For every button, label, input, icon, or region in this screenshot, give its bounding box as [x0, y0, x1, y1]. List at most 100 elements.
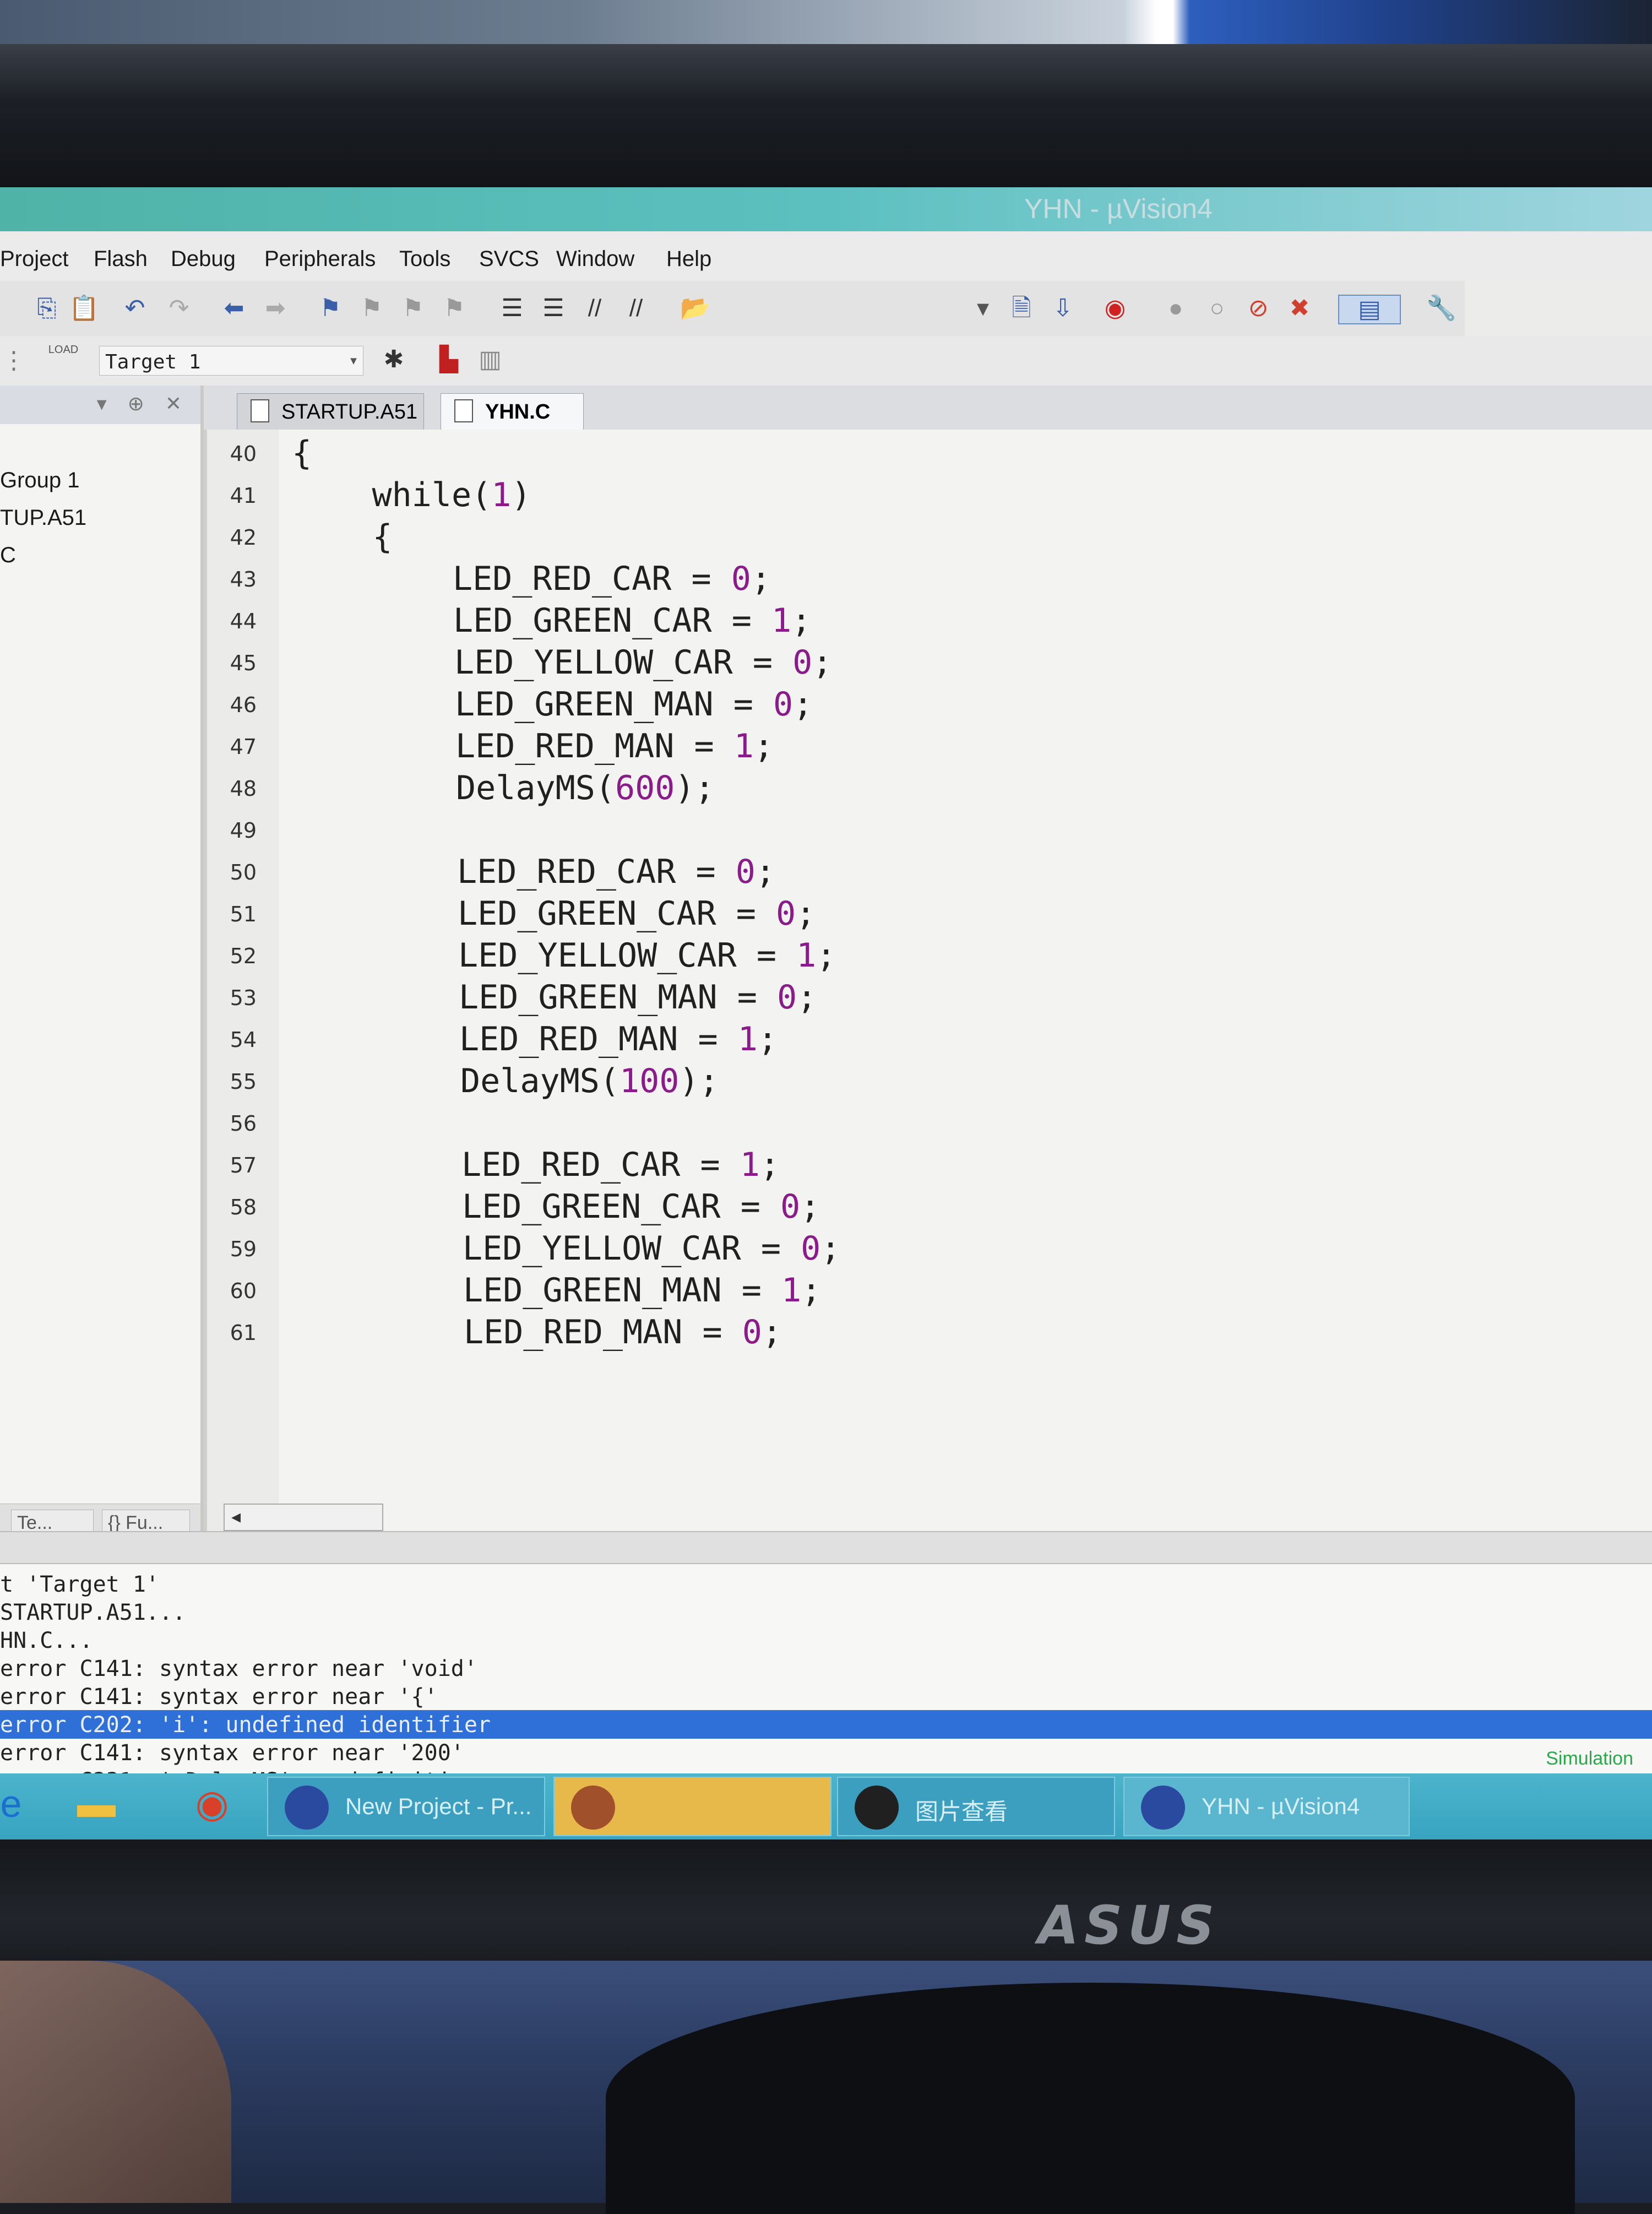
grip-icon: ⋮ [2, 347, 26, 374]
pane-splitter[interactable] [0, 1531, 1652, 1564]
build-output-line[interactable]: error C141: syntax error near '{' [0, 1682, 1652, 1711]
target-select[interactable]: Target 1 ▾ [99, 346, 363, 376]
line-number: 41 [230, 484, 257, 508]
line-number: 56 [230, 1111, 257, 1136]
editor-tab-yhn[interactable]: YHN.C [441, 393, 584, 430]
source-browser-icon[interactable]: ⇩ [1049, 295, 1077, 322]
menu-svcs[interactable]: SVCS [479, 247, 539, 272]
build-output-pane: t 'Target 1' STARTUP.A51... HN.C... error C… [0, 1564, 1652, 1839]
window-title-bar: YHN - µVision4 [0, 187, 1652, 231]
line-number: 51 [230, 902, 257, 926]
code-line: 58 LED_GREEN_CAR = 0; [207, 1187, 1639, 1229]
monitor-stand [606, 1983, 1575, 2214]
build-output-line[interactable]: STARTUP.A51... [0, 1598, 1652, 1626]
editor-tab-startup[interactable]: STARTUP.A51 [237, 393, 424, 430]
build-toolbar: ⋮ LOAD Target 1 ▾ ✱ ▙ ▥ [0, 336, 1652, 386]
app-icon [855, 1786, 899, 1830]
code-line: 51 LED_GREEN_CAR = 0; [207, 894, 1639, 936]
clear-bookmarks-icon[interactable]: ⚑ [441, 295, 468, 322]
uncomment-icon[interactable]: // [622, 295, 650, 322]
breakpoint-disable-icon[interactable]: ⊘ [1245, 295, 1272, 322]
monitor-screen: YHN - µVision4 Project Flash Debug Peripher… [0, 187, 1652, 1839]
editor-tab-label: YHN.C [485, 400, 551, 424]
code-text: LED_YELLOW_CAR = 0; [303, 1229, 841, 1268]
code-text: LED_RED_MAN = 0; [305, 1313, 782, 1352]
menu-flash[interactable]: Flash [94, 247, 148, 272]
redo-icon[interactable]: ↷ [165, 295, 193, 322]
menu-peripherals[interactable]: Peripherals [264, 247, 376, 272]
code-text: LED_GREEN_MAN = 0; [300, 978, 817, 1017]
undo-icon[interactable]: ↶ [121, 295, 149, 322]
debug-start-icon[interactable]: ◉ [1101, 295, 1129, 322]
app-icon [571, 1786, 615, 1830]
taskbar-app[interactable]: 图片查看 [837, 1777, 1115, 1836]
scroll-left-icon[interactable]: ◂ [231, 1506, 241, 1528]
bookmark-icon[interactable]: ⚑ [317, 295, 344, 322]
app-icon [285, 1786, 329, 1830]
nav-forward-icon[interactable]: ➡ [262, 295, 289, 322]
panel-controls-icon[interactable]: ▾ ⊕ ✕ [97, 392, 189, 415]
build-output-line[interactable]: error C141: syntax error near '200' [0, 1738, 1652, 1767]
dropdown-arrow-icon[interactable]: ▾ [969, 295, 997, 322]
code-line: 54 LED_RED_MAN = 1; [207, 1020, 1639, 1062]
select-packs-icon[interactable]: ▥ [476, 346, 504, 373]
menu-help[interactable]: Help [666, 247, 711, 272]
line-number: 50 [230, 860, 257, 884]
code-line: 45 LED_YELLOW_CAR = 0; [207, 643, 1639, 685]
horizontal-scrollbar[interactable]: ◂ [224, 1504, 383, 1531]
tree-item-group[interactable]: Group 1 [0, 468, 80, 493]
monitor-brand-logo: ASUS [1037, 1895, 1220, 1956]
line-number: 61 [230, 1321, 257, 1345]
menu-tools[interactable]: Tools [399, 247, 450, 272]
paste-icon[interactable]: 📋 [69, 295, 99, 322]
code-line: 41 while(1) [207, 476, 1639, 518]
app-icon [1141, 1786, 1185, 1830]
code-line: 50 LED_RED_CAR = 0; [207, 853, 1639, 894]
build-output-line[interactable]: error C202: 'i': undefined identifier [0, 1710, 1652, 1739]
ie-icon[interactable]: e [0, 1784, 22, 1823]
tree-item-startup[interactable]: TUP.A51 [0, 506, 86, 530]
breakpoint-kill-icon[interactable]: ✖ [1286, 295, 1313, 322]
code-line: 61 LED_RED_MAN = 0; [207, 1313, 1639, 1355]
manage-components-icon[interactable]: ▙ [435, 346, 463, 373]
menu-window[interactable]: Window [556, 247, 634, 272]
menu-debug[interactable]: Debug [171, 247, 236, 272]
find-in-files-icon[interactable]: 🗎 [1008, 295, 1035, 322]
target-options-icon[interactable]: ✱ [380, 346, 407, 373]
prev-bookmark-icon[interactable]: ⚑ [358, 295, 385, 322]
open-folder-icon[interactable]: 📂 [680, 295, 710, 322]
breakpoint-icon[interactable]: ● [1162, 295, 1189, 322]
code-line: 40 { [207, 434, 1639, 476]
configure-icon[interactable]: 🔧 [1426, 295, 1457, 322]
code-editor[interactable]: 40{41 while(1) 42 {43 LED_RED_CAR = 0; 44 … [204, 430, 1652, 1531]
taskbar-app[interactable]: New Project - Pr... [267, 1777, 545, 1836]
taskbar-app-label: YHN - µVision4 [1202, 1793, 1360, 1819]
line-number: 43 [230, 567, 257, 592]
breakpoint-enable-icon[interactable]: ○ [1203, 295, 1231, 322]
monitor-bezel-top [0, 44, 1652, 187]
window-layout-icon[interactable]: ▤ [1338, 295, 1401, 324]
comment-icon[interactable]: // [581, 295, 608, 322]
code-text: while(1) [292, 476, 531, 514]
line-number: 48 [230, 777, 257, 801]
file-explorer-icon[interactable]: ▬ [74, 1784, 118, 1823]
next-bookmark-icon[interactable]: ⚑ [399, 295, 427, 322]
main-toolbar: ⎘ 📋 ↶ ↷ ⬅ ➡ ⚑ ⚑ ⚑ ⚑ ☰ ☰ // // 📂 ▾ 🗎 ⇩ ◉ … [0, 281, 1465, 337]
indent-icon[interactable]: ☰ [498, 295, 526, 322]
code-text: LED_RED_CAR = 0; [298, 853, 775, 891]
taskbar-app-label: New Project - Pr... [345, 1793, 532, 1819]
taskbar-app[interactable]: YHN - µVision4 [1123, 1777, 1410, 1836]
build-output-line[interactable]: HN.C... [0, 1626, 1652, 1654]
load-icon[interactable]: LOAD [44, 344, 83, 377]
code-line: 48 DelayMS(600); [207, 769, 1639, 811]
copy-icon[interactable]: ⎘ [33, 295, 61, 322]
unindent-icon[interactable]: ☰ [540, 295, 567, 322]
build-output-line[interactable]: t 'Target 1' [0, 1570, 1652, 1598]
build-output-line[interactable]: error C141: syntax error near 'void' [0, 1654, 1652, 1683]
taskbar-app[interactable] [553, 1777, 832, 1836]
chrome-icon[interactable]: ◉ [190, 1784, 234, 1823]
menu-bar: Project Flash Debug Peripherals Tools SVCS Win… [0, 231, 1652, 281]
nav-back-icon[interactable]: ⬅ [220, 295, 248, 322]
tree-item-c[interactable]: C [0, 543, 16, 568]
menu-project[interactable]: Project [0, 247, 69, 272]
